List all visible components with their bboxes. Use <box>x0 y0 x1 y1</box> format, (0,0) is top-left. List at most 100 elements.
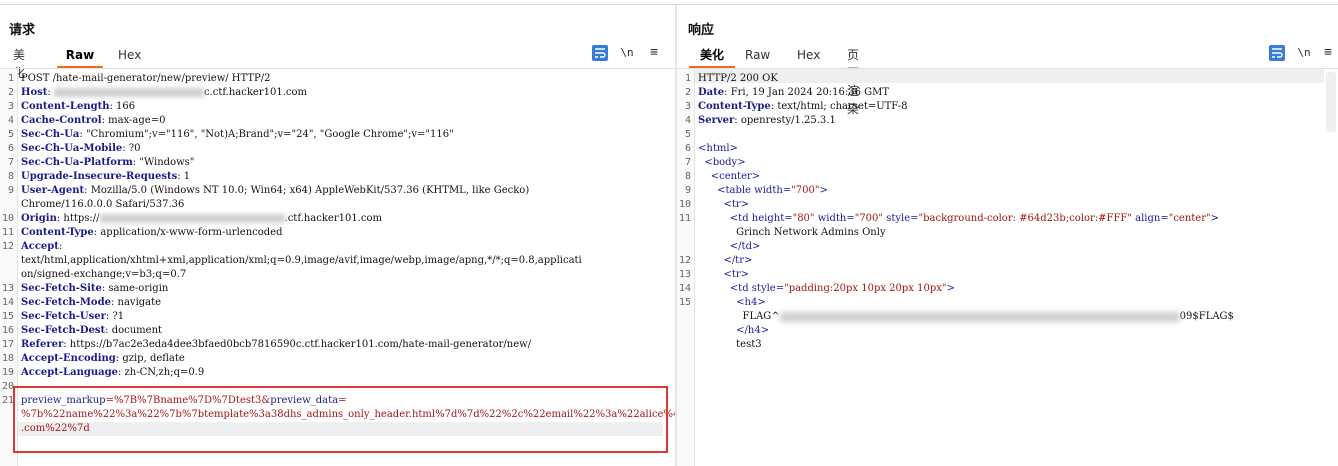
line-number: 7 <box>684 157 691 168</box>
newline-toggle[interactable]: \n <box>1296 45 1312 61</box>
html-attr: align= <box>1135 213 1169 224</box>
code-line: Content-Type: text/html; charset=UTF-8 <box>698 101 908 112</box>
code-line: <body> <box>698 157 746 168</box>
header-name: Sec-Ch-Ua-Platform <box>21 157 133 168</box>
header-name: Server <box>698 115 735 126</box>
header-value: on/signed-exchange;v=b3;q=0.7 <box>21 269 187 280</box>
code-line: Upgrade-Insecure-Requests: 1 <box>21 171 190 182</box>
code-line: <h4> <box>698 297 766 308</box>
menu-icon[interactable]: ≡ <box>1320 45 1336 61</box>
line-number: 8 <box>7 171 14 182</box>
request-tools: \n ≡ <box>592 45 672 63</box>
header-name: Sec-Fetch-User <box>21 311 106 322</box>
code-line: User-Agent: Mozilla/5.0 (Windows NT 10.0… <box>21 185 529 196</box>
line-number: 21 <box>1 395 14 406</box>
header-value: : "Windows" <box>132 157 195 168</box>
tab-pretty[interactable]: 美化 <box>13 46 25 80</box>
tab-hex[interactable]: Hex <box>797 46 820 66</box>
html-tag: <td <box>729 213 749 224</box>
status-line: HTTP/2 200 OK <box>698 73 778 84</box>
header-name: Sec-Ch-Ua-Mobile <box>21 143 123 154</box>
tab-raw[interactable]: Raw <box>57 46 103 68</box>
html-tag: > <box>819 185 828 196</box>
html-tag: > <box>1210 213 1219 224</box>
code-line: <html> <box>698 143 738 154</box>
tab-pretty[interactable]: 美化 <box>689 46 735 68</box>
response-editor[interactable]: 1 HTTP/2 200 OK 2 Date: Fri, 19 Jan 2024 20… <box>677 68 1338 466</box>
word-wrap-icon[interactable] <box>1269 45 1285 61</box>
request-pane: 请求 美化 Raw Hex \n ≡ 1 POST /hate-mail-gene… <box>0 5 705 466</box>
line-number: 9 <box>7 185 14 196</box>
code-line: Sec-Ch-Ua: "Chromium";v="116", "Not)A;Br… <box>21 129 454 140</box>
code-line: <tr> <box>698 199 749 210</box>
code-line: <center> <box>698 171 760 182</box>
header-name: Accept <box>21 241 59 252</box>
line-number: 5 <box>684 129 691 140</box>
line-number: 1 <box>684 73 691 84</box>
line-number: 5 <box>7 129 14 140</box>
html-tag: > <box>751 241 761 252</box>
header-name: Sec-Fetch-Mode <box>21 297 111 308</box>
code-line: FLAG^ 09$FLAG$ <box>698 311 1234 322</box>
html-tag: > <box>737 157 746 168</box>
code-line: Origin: https:// .ctf.hacker101.com <box>21 213 382 224</box>
header-value: : document <box>105 325 163 336</box>
header-name: Accept-Encoding <box>21 353 116 364</box>
header-value: text/html,application/xhtml+xml,applicat… <box>21 255 582 266</box>
word-wrap-icon[interactable] <box>592 45 608 61</box>
code-line: <td height="80" width="700" style="backg… <box>698 213 1219 224</box>
code-line: Date: Fri, 19 Jan 2024 20:16:36 GMT <box>698 87 889 98</box>
tab-hex[interactable]: Hex <box>118 46 141 66</box>
header-value: : text/html; charset=UTF-8 <box>770 101 908 112</box>
code-line: Cache-Control: max-age=0 <box>21 115 165 126</box>
html-tag: <body <box>704 157 738 168</box>
html-tag: <td <box>729 283 749 294</box>
line-number: 4 <box>7 115 14 126</box>
tab-render[interactable]: 页面渲染 <box>847 46 859 116</box>
header-value: : ?0 <box>122 143 141 154</box>
scrollbar[interactable] <box>1326 72 1336 132</box>
line-number: 2 <box>684 87 691 98</box>
code-line: Grinch Network Admins Only <box>698 227 886 238</box>
html-attr: style= <box>751 283 785 294</box>
line-number: 11 <box>1 227 14 238</box>
header-value: : application/x-www-form-urlencoded <box>93 227 283 238</box>
code-line: Accept-Language: zh-CN,zh;q=0.9 <box>21 367 204 378</box>
html-attr: width= <box>754 185 792 196</box>
code-line: Content-Length: 166 <box>21 101 135 112</box>
response-pane: 响应 美化 Raw Hex 页面渲染 \n ≡ 1 HTTP/2 200 OK 2D… <box>677 5 1338 466</box>
line-number: 8 <box>684 171 691 182</box>
request-title: 请求 <box>9 23 36 38</box>
code-line: Sec-Ch-Ua-Platform: "Windows" <box>21 157 194 168</box>
line-number: 6 <box>684 143 691 154</box>
header-name: Cache-Control <box>21 115 102 126</box>
html-tag: > <box>729 143 738 154</box>
header-value: : 1 <box>177 171 191 182</box>
line-number: 11 <box>678 213 691 224</box>
html-tag: > <box>757 297 766 308</box>
html-tag: > <box>760 325 770 336</box>
header-value: : Fri, 19 Jan 2024 20:16:36 GMT <box>724 87 890 98</box>
header-value: : zh-CN,zh;q=0.9 <box>117 367 205 378</box>
html-attr: style= <box>886 213 919 224</box>
html-tag: > <box>946 283 955 294</box>
menu-icon[interactable]: ≡ <box>646 45 662 61</box>
html-attr-value: "700" <box>854 213 884 224</box>
html-attr-value: "padding:20px 10px 20px 10px" <box>784 283 947 294</box>
header-name: Upgrade-Insecure-Requests <box>21 171 178 182</box>
html-tag: <table <box>717 185 751 196</box>
html-tag: <tr <box>723 269 741 280</box>
html-tag: <center <box>710 171 752 182</box>
newline-toggle[interactable]: \n <box>619 45 635 61</box>
header-value: : https://b7ac2e3eda4dee3bfaed0bcb781659… <box>63 339 532 350</box>
html-tag: > <box>740 269 750 280</box>
flag-tail: 09$FLAG$ <box>1179 311 1234 322</box>
redacted-blur <box>53 88 204 97</box>
highlight-box <box>13 386 668 453</box>
html-tag: > <box>751 171 761 182</box>
header-value: : openresty/1.25.3.1 <box>734 115 836 126</box>
tab-raw[interactable]: Raw <box>745 46 770 66</box>
code-line: text/html,application/xhtml+xml,applicat… <box>21 255 582 266</box>
html-tag: </td <box>729 241 752 252</box>
code-line: HTTP/2 200 OK <box>698 73 778 84</box>
